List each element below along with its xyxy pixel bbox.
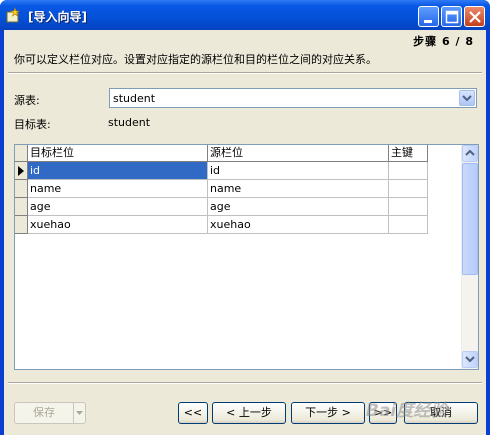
source-table-dropdown-button[interactable] <box>459 90 475 106</box>
title-bar[interactable]: [导入向导] <box>0 0 490 30</box>
close-button[interactable] <box>464 6 485 27</box>
header-source-field[interactable]: 源栏位 <box>208 145 389 162</box>
next-button[interactable]: 下一步 > <box>291 402 365 424</box>
target-table-label: 目标表: <box>14 118 51 131</box>
target-table-value: student <box>108 116 151 129</box>
table-row[interactable]: name name <box>15 180 428 198</box>
primary-key-cell[interactable] <box>389 162 428 180</box>
minimize-button[interactable] <box>418 6 439 27</box>
grid-corner <box>15 145 28 162</box>
row-header[interactable] <box>15 198 28 216</box>
table-row[interactable]: xuehao xuehao <box>15 216 428 234</box>
table-row[interactable]: age age <box>15 198 428 216</box>
window-title: [导入向导] <box>28 10 87 24</box>
target-field-cell[interactable]: xuehao <box>28 216 208 234</box>
source-table-label: 源表: <box>14 94 40 107</box>
previous-button[interactable]: < 上一步 <box>212 402 286 424</box>
row-header[interactable] <box>15 162 28 180</box>
header-primary-key[interactable]: 主键 <box>389 145 428 162</box>
source-field-cell[interactable]: age <box>208 198 389 216</box>
grid-header: 目标栏位 源栏位 主键 <box>15 145 428 162</box>
scroll-thumb[interactable] <box>462 163 478 275</box>
header-target-field[interactable]: 目标栏位 <box>28 145 208 162</box>
scroll-down-button[interactable] <box>462 351 478 368</box>
row-header[interactable] <box>15 216 28 234</box>
source-field-cell[interactable]: name <box>208 180 389 198</box>
maximize-icon <box>445 10 459 24</box>
target-field-cell[interactable]: age <box>28 198 208 216</box>
step-indicator: 步骤 6 / 8 <box>413 35 474 48</box>
import-wizard-window: [导入向导] 步骤 6 / 8 你可以定义栏位对应。设置对应指定的源栏位和目的栏… <box>0 0 490 435</box>
bottom-divider <box>8 382 482 384</box>
field-mapping-grid[interactable]: 目标栏位 源栏位 主键 id id name name age age xueh… <box>14 144 479 370</box>
source-field-cell[interactable]: xuehao <box>208 216 389 234</box>
source-table-select[interactable]: student <box>109 88 477 108</box>
target-field-cell[interactable]: id <box>28 162 208 180</box>
current-row-pointer-icon <box>18 166 24 176</box>
top-divider <box>8 72 482 74</box>
maximize-button[interactable] <box>441 6 462 27</box>
first-step-button[interactable]: << <box>178 402 208 424</box>
close-icon <box>469 11 481 23</box>
primary-key-cell[interactable] <box>389 198 428 216</box>
primary-key-cell[interactable] <box>389 180 428 198</box>
wizard-icon <box>6 7 20 23</box>
target-field-cell[interactable]: name <box>28 180 208 198</box>
minimize-icon <box>424 20 432 23</box>
scroll-up-button[interactable] <box>462 145 478 162</box>
wizard-body: 步骤 6 / 8 你可以定义栏位对应。设置对应指定的源栏位和目的栏位之间的对应关… <box>4 30 486 435</box>
source-table-value: student <box>113 92 156 105</box>
primary-key-cell[interactable] <box>389 216 428 234</box>
chevron-up-icon <box>465 149 475 156</box>
vertical-scrollbar[interactable] <box>461 145 478 369</box>
save-button[interactable]: 保存 <box>14 402 86 424</box>
dropdown-arrow-icon <box>76 411 83 415</box>
save-dropdown[interactable] <box>73 403 85 423</box>
watermark: Bai度经验 <box>366 401 448 421</box>
instruction-text: 你可以定义栏位对应。设置对应指定的源栏位和目的栏位之间的对应关系。 <box>14 53 377 66</box>
chevron-down-icon <box>462 95 472 102</box>
source-field-cell[interactable]: id <box>208 162 389 180</box>
chevron-down-icon <box>465 356 475 363</box>
table-row[interactable]: id id <box>15 162 428 180</box>
row-header[interactable] <box>15 180 28 198</box>
save-button-label: 保存 <box>33 406 55 419</box>
